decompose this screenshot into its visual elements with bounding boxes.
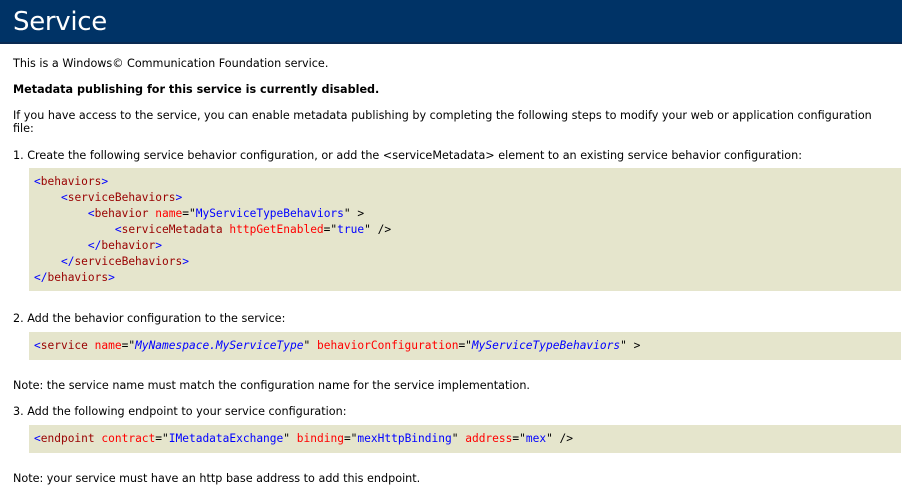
code-line: <service name="MyNamespace.MyServiceType… [34,339,641,352]
instructions-text: If you have access to the service, you c… [13,109,872,135]
code-line: <behavior name="MyServiceTypeBehaviors" … [87,207,365,220]
step-2-text: 2. Add the behavior configuration to the… [13,312,286,325]
disabled-notice: Metadata publishing for this service is … [13,83,380,96]
code-line: <serviceMetadata httpGetEnabled="true" /… [114,223,392,236]
service-config-code: <service name="MyNamespace.MyServiceType… [29,332,901,360]
code-line: <serviceBehaviors> [60,191,183,204]
step-3-text: 3. Add the following endpoint to your se… [13,405,347,418]
note-service-name: Note: the service name must match the co… [13,379,530,392]
code-line: <behaviors> [34,175,109,188]
code-line: <endpoint contract="IMetadataExchange" b… [34,432,574,445]
code-line: </behaviors> [34,271,115,284]
code-line: </behavior> [87,239,163,252]
code-line: </serviceBehaviors> [60,255,189,268]
behavior-config-code: <behaviors> <serviceBehaviors> <behavior… [29,168,901,291]
note-base-address: Note: your service must have an http bas… [13,472,421,485]
intro-text: This is a Windows© Communication Foundat… [13,57,329,70]
endpoint-config-code: <endpoint contract="IMetadataExchange" b… [29,425,901,453]
step-1-text: 1. Create the following service behavior… [13,149,802,162]
page-header: Service [0,0,902,44]
page-title: Service [13,7,107,37]
